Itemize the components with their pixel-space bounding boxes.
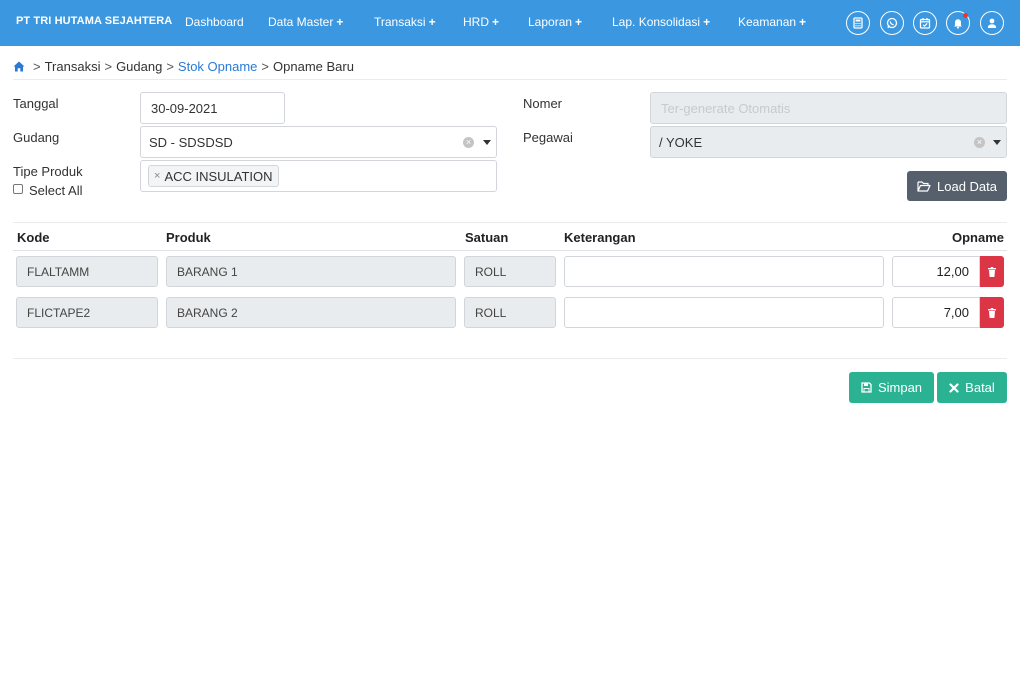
satuan-cell: ROLL xyxy=(464,297,556,328)
nav-label: Dashboard xyxy=(185,15,244,29)
trash-icon xyxy=(988,266,996,277)
button-label: Load Data xyxy=(937,178,997,194)
kode-cell: FLICTAPE2 xyxy=(16,297,158,328)
opname-input[interactable]: 12,00 xyxy=(892,256,980,287)
home-icon[interactable] xyxy=(13,61,25,72)
nav-plus-icon: + xyxy=(336,15,344,29)
notification-dot xyxy=(963,13,968,18)
nav-label: Lap. Konsolidasi xyxy=(612,15,701,29)
opname-input[interactable]: 7,00 xyxy=(892,297,980,328)
nav-plus-icon: + xyxy=(575,15,583,29)
remove-tag-icon[interactable]: × xyxy=(154,170,160,182)
breadcrumb-transaksi[interactable]: Transaksi xyxy=(45,59,101,74)
tag-label: ACC INSULATION xyxy=(164,168,273,184)
divider xyxy=(13,358,1007,359)
column-header-keterangan: Keterangan xyxy=(564,230,636,245)
chevron-down-icon[interactable] xyxy=(483,140,491,145)
nav-plus-icon: + xyxy=(492,15,500,29)
divider xyxy=(13,79,1007,80)
nav-dashboard[interactable]: Dashboard xyxy=(185,15,247,29)
nav-label: HRD xyxy=(463,15,489,29)
keterangan-input[interactable] xyxy=(564,297,884,328)
load-data-button[interactable]: Load Data xyxy=(907,171,1007,201)
nav-keamanan[interactable]: Keamanan + xyxy=(738,15,806,29)
close-icon xyxy=(949,382,959,393)
gudang-select[interactable]: SD - SDSDSD × xyxy=(140,126,497,158)
nav-transaksi[interactable]: Transaksi + xyxy=(374,15,436,29)
pegawai-label: Pegawai xyxy=(523,130,573,145)
divider xyxy=(13,222,1007,223)
nav-plus-icon: + xyxy=(428,15,436,29)
breadcrumb: > Transaksi > Gudang > Stok Opname > Opn… xyxy=(13,58,354,74)
tipe-produk-tag: × ACC INSULATION xyxy=(148,165,279,187)
nav-label: Data Master xyxy=(268,15,334,29)
nav-lap-konsolidasi[interactable]: Lap. Konsolidasi + xyxy=(612,15,710,29)
calendar-check-icon[interactable] xyxy=(913,11,937,35)
delete-row-button[interactable] xyxy=(980,297,1004,328)
kode-cell: FLALTAMM xyxy=(16,256,158,287)
floppy-disk-icon xyxy=(861,382,872,393)
select-all-label[interactable]: Select All xyxy=(29,183,82,198)
bell-icon[interactable] xyxy=(946,11,970,35)
select-all-checkbox[interactable] xyxy=(13,184,23,194)
gudang-label: Gudang xyxy=(13,130,60,145)
table-header-divider xyxy=(13,250,1007,251)
nav-data-master[interactable]: Data Master + xyxy=(268,15,343,29)
tanggal-field[interactable]: 30-09-2021 xyxy=(140,92,285,124)
nav-plus-icon: + xyxy=(703,15,711,29)
nomer-label: Nomer xyxy=(523,96,563,111)
satuan-cell: ROLL xyxy=(464,256,556,287)
nav-label: Transaksi xyxy=(374,15,426,29)
column-header-kode: Kode xyxy=(17,230,50,245)
cancel-button[interactable]: Batal xyxy=(937,372,1007,403)
tanggal-label: Tanggal xyxy=(13,96,59,111)
top-navbar: PT TRI HUTAMA SEJAHTERA Dashboard Data M… xyxy=(0,0,1020,46)
save-button[interactable]: Simpan xyxy=(849,372,934,403)
button-label: Batal xyxy=(965,380,995,395)
chevron-down-icon xyxy=(993,140,1001,145)
whatsapp-icon[interactable] xyxy=(880,11,904,35)
nav-hrd[interactable]: HRD + xyxy=(463,15,499,29)
delete-row-button[interactable] xyxy=(980,256,1004,287)
tipe-produk-label: Tipe Produk xyxy=(13,164,83,179)
nomer-field: Ter-generate Otomatis xyxy=(650,92,1007,124)
column-header-opname: Opname xyxy=(952,230,1005,245)
pegawai-selected-value: / YOKE xyxy=(659,134,703,150)
breadcrumb-separator: > xyxy=(166,58,174,74)
produk-cell: BARANG 2 xyxy=(166,297,456,328)
nav-plus-icon: + xyxy=(799,15,807,29)
brand-title[interactable]: PT TRI HUTAMA SEJAHTERA xyxy=(16,15,172,27)
nav-label: Keamanan xyxy=(738,15,797,29)
breadcrumb-separator: > xyxy=(33,58,41,74)
breadcrumb-current: Opname Baru xyxy=(273,58,354,74)
column-header-produk: Produk xyxy=(166,230,211,245)
clear-selection-icon[interactable]: × xyxy=(463,137,474,148)
calculator-icon[interactable] xyxy=(846,11,870,35)
user-icon[interactable] xyxy=(980,11,1004,35)
pegawai-select: / YOKE × xyxy=(650,126,1007,158)
breadcrumb-separator: > xyxy=(104,58,113,74)
clear-selection-icon: × xyxy=(974,137,985,148)
breadcrumb-stok-opname[interactable]: Stok Opname xyxy=(178,59,258,74)
button-label: Simpan xyxy=(877,380,923,395)
keterangan-input[interactable] xyxy=(564,256,884,287)
breadcrumb-gudang[interactable]: Gudang xyxy=(116,59,162,74)
nav-label: Laporan xyxy=(528,15,573,29)
breadcrumb-separator: > xyxy=(261,58,270,74)
trash-icon xyxy=(988,307,996,318)
gudang-selected-value: SD - SDSDSD xyxy=(149,134,233,150)
folder-open-icon xyxy=(917,180,931,192)
nav-laporan[interactable]: Laporan + xyxy=(528,15,582,29)
produk-cell: BARANG 1 xyxy=(166,256,456,287)
column-header-satuan: Satuan xyxy=(465,230,509,245)
